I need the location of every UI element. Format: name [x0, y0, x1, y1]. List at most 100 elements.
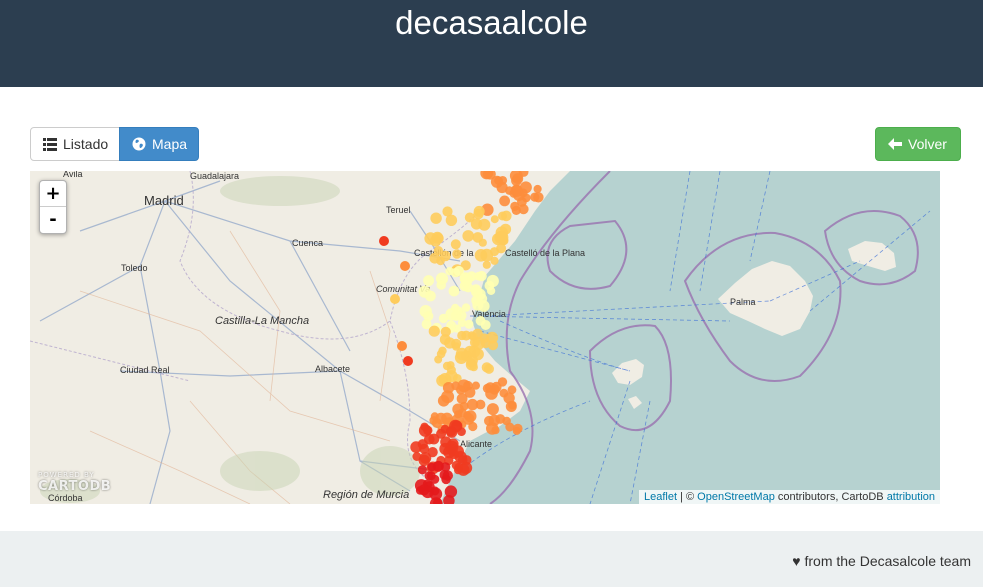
- school-marker: [489, 384, 500, 395]
- school-marker: [510, 201, 520, 211]
- map-view[interactable]: Ávila Guadalajara Madrid Teruel Cuenca T…: [30, 171, 940, 504]
- school-marker: [473, 208, 484, 220]
- school-marker: [437, 395, 450, 407]
- school-marker: [507, 385, 517, 395]
- school-marker: [472, 299, 484, 311]
- school-marker: [464, 319, 474, 329]
- school-marker: [466, 354, 478, 367]
- school-marker: [499, 195, 510, 207]
- school-marker: [430, 212, 442, 224]
- osm-link[interactable]: OpenStreetMap: [697, 491, 775, 503]
- school-marker: [480, 320, 491, 330]
- place-albacete: Albacete: [315, 364, 350, 374]
- school-marker: [490, 247, 499, 257]
- place-guadalajara: Guadalajara: [190, 171, 239, 181]
- globe-icon: [132, 137, 146, 151]
- powered-by-label: POWERED BY: [38, 471, 95, 479]
- leaflet-link[interactable]: Leaflet: [644, 491, 677, 503]
- school-marker: [486, 331, 499, 344]
- mapa-label: Mapa: [152, 136, 188, 152]
- school-marker: [511, 184, 522, 194]
- school-marker: [430, 412, 439, 421]
- attribution-sep: | ©: [677, 491, 698, 503]
- page-title: decasaalcole: [395, 4, 588, 41]
- mapa-button[interactable]: Mapa: [119, 127, 199, 161]
- school-marker: [429, 252, 441, 264]
- school-marker: [418, 484, 430, 496]
- school-marker: [468, 421, 478, 432]
- school-marker: [466, 271, 477, 282]
- school-marker: [446, 426, 458, 438]
- listado-label: Listado: [63, 136, 109, 152]
- zoom-out-button[interactable]: -: [40, 207, 66, 233]
- school-marker: [438, 313, 449, 324]
- school-marker: [457, 455, 468, 465]
- school-marker: [435, 272, 449, 285]
- school-marker: [400, 261, 410, 271]
- place-ciudad-real: Ciudad Real: [120, 365, 170, 375]
- school-marker: [429, 487, 443, 501]
- school-marker: [490, 215, 499, 224]
- school-marker: [461, 303, 471, 312]
- school-marker: [450, 239, 461, 250]
- page-footer: ♥ from the Decasalcole team: [0, 531, 983, 587]
- school-marker: [472, 337, 485, 350]
- school-marker: [478, 238, 487, 247]
- school-marker: [403, 356, 413, 366]
- place-teruel: Teruel: [386, 205, 411, 215]
- school-marker: [390, 294, 400, 304]
- school-marker: [471, 381, 480, 390]
- school-marker: [513, 423, 523, 434]
- school-marker: [466, 398, 479, 411]
- formentera: [628, 396, 642, 409]
- zoom-in-button[interactable]: +: [40, 181, 66, 207]
- school-marker: [419, 305, 432, 318]
- arrow-left-icon: [888, 138, 902, 150]
- place-palma: Palma: [730, 297, 756, 307]
- ibiza: [612, 359, 644, 385]
- school-marker: [442, 382, 455, 394]
- school-marker: [462, 230, 475, 242]
- cartodb-logo: POWERED BY CARTODB: [38, 471, 111, 494]
- cartodb-wordmark: CARTODB: [38, 479, 112, 494]
- volver-button[interactable]: Volver: [875, 127, 961, 161]
- zoom-control: + -: [39, 180, 67, 234]
- school-marker: [419, 452, 432, 464]
- school-marker: [490, 175, 504, 188]
- school-marker: [418, 285, 431, 298]
- school-marker: [440, 250, 451, 262]
- school-marker: [484, 363, 494, 374]
- attribution-link[interactable]: attribution: [887, 491, 935, 503]
- place-madrid: Madrid: [144, 193, 184, 208]
- school-marker: [454, 306, 463, 315]
- menorca: [848, 241, 896, 271]
- school-marker: [428, 325, 440, 337]
- place-murcia: Región de Murcia: [323, 489, 409, 501]
- school-marker: [508, 400, 517, 410]
- list-icon: [43, 137, 57, 151]
- school-marker: [438, 346, 447, 355]
- school-marker: [478, 218, 491, 231]
- school-marker: [442, 361, 452, 371]
- listado-button[interactable]: Listado: [30, 127, 120, 161]
- school-marker: [482, 260, 491, 269]
- school-marker: [490, 256, 499, 265]
- school-marker: [470, 284, 482, 295]
- volver-label: Volver: [908, 136, 947, 152]
- school-marker: [428, 433, 440, 445]
- school-marker: [445, 370, 458, 383]
- school-marker: [448, 443, 457, 453]
- school-marker: [530, 192, 540, 202]
- place-alicante: Alicante: [460, 439, 492, 449]
- school-marker: [410, 441, 422, 453]
- school-marker: [464, 212, 475, 223]
- school-marker: [379, 236, 389, 246]
- school-marker: [453, 465, 463, 475]
- school-marker: [498, 211, 507, 221]
- school-marker: [442, 470, 453, 481]
- school-marker: [431, 231, 444, 244]
- place-cuenca: Cuenca: [292, 238, 323, 248]
- footer-credit: ♥ from the Decasalcole team: [792, 553, 971, 569]
- attribution-contrib: contributors, CartoDB: [774, 491, 887, 503]
- place-castello: Castelló de la Plana: [505, 248, 585, 258]
